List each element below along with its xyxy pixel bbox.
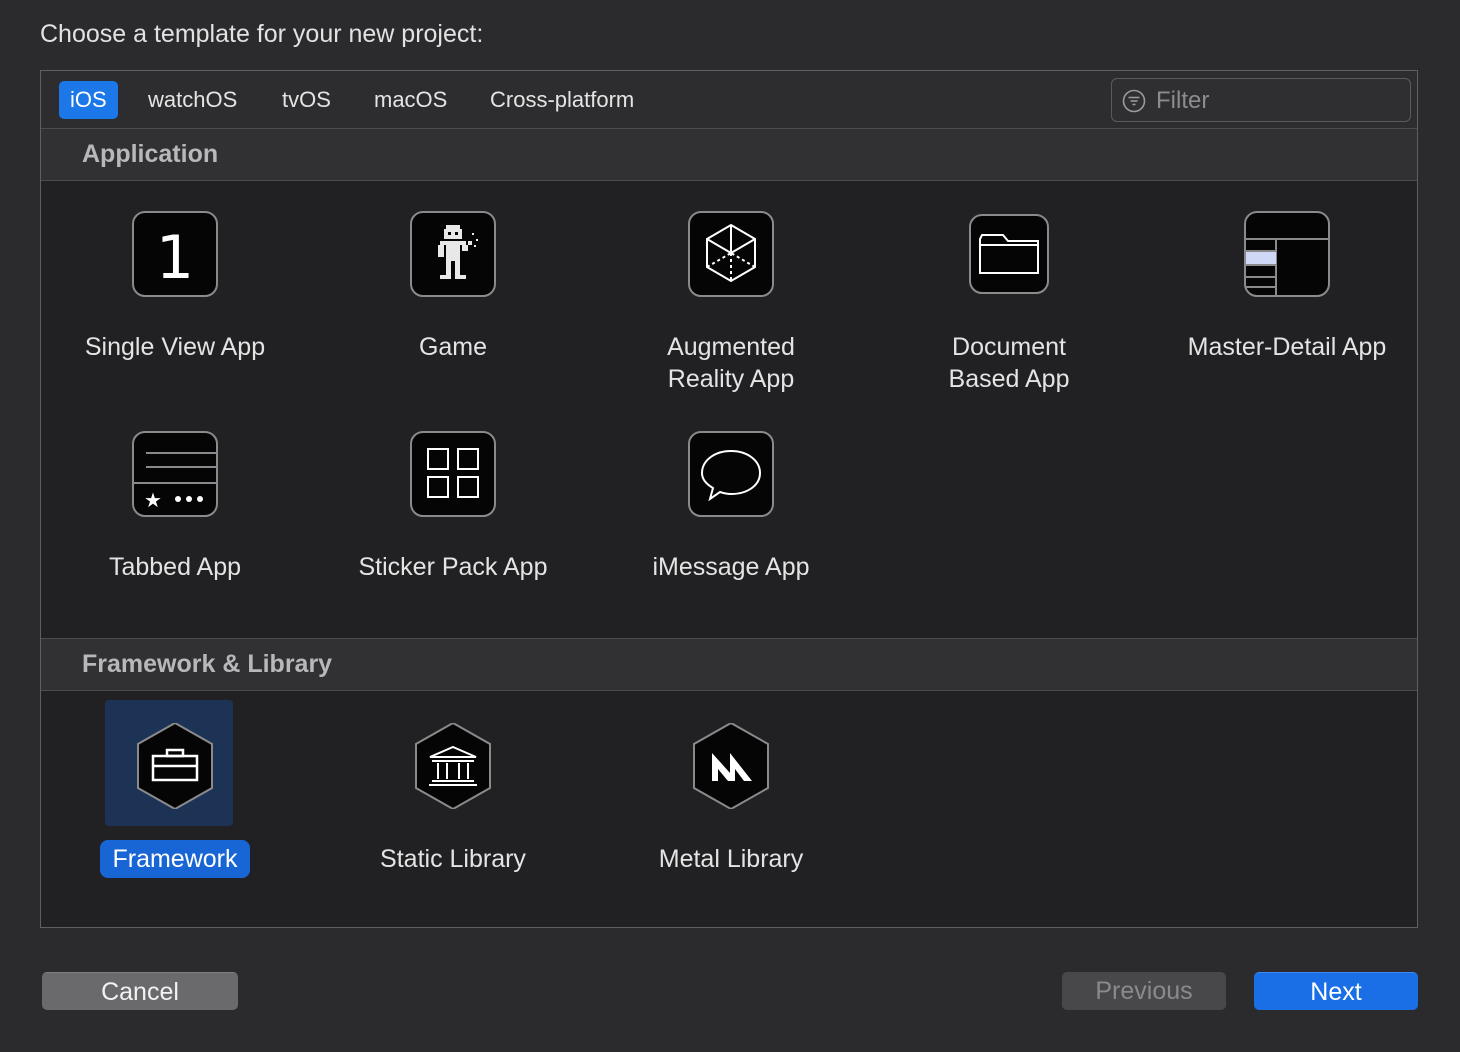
template-framework[interactable]: Framework (35, 700, 315, 883)
template-tabbed-app[interactable]: ★ Tabbed App (35, 431, 315, 591)
tab-ios[interactable]: iOS (59, 81, 118, 119)
template-label: Game (418, 333, 488, 361)
template-label-text: Augmented Reality App (667, 333, 795, 393)
master-detail-icon (1244, 211, 1330, 297)
toolbox-icon (137, 723, 213, 809)
template-imessage-app[interactable]: iMessage App (591, 431, 871, 591)
section-header-application: Application (41, 129, 1417, 181)
metal-icon (693, 723, 769, 809)
section-header-framework-library: Framework & Library (41, 639, 1417, 691)
folder-icon (969, 214, 1049, 294)
sticker-pack-icon (410, 431, 496, 517)
template-static-library[interactable]: Static Library (313, 723, 593, 883)
tab-watchos[interactable]: watchOS (137, 81, 248, 119)
template-label-text: Framework (100, 840, 250, 878)
tabbed-app-icon: ★ (132, 431, 218, 517)
template-augmented-reality-app[interactable]: Augmented Reality App (591, 211, 871, 411)
template-label: Metal Library (658, 845, 804, 873)
template-label: Tabbed App (108, 553, 242, 581)
filter-field[interactable] (1111, 78, 1411, 122)
template-label: Augmented Reality App (591, 331, 871, 395)
template-label: Single View App (84, 333, 266, 361)
single-view-app-icon: 1 (132, 211, 218, 297)
tab-macos[interactable]: macOS (363, 81, 458, 119)
template-label: Document Based App (869, 331, 1149, 395)
template-single-view-app[interactable]: 1 Single View App (35, 211, 315, 411)
tab-cross-platform[interactable]: Cross-platform (479, 81, 645, 119)
section-title: Application (82, 140, 219, 168)
section-title: Framework & Library (82, 650, 333, 678)
template-document-based-app[interactable]: Document Based App (869, 211, 1149, 411)
message-bubble-icon (688, 431, 774, 517)
svg-text:★: ★ (144, 488, 162, 512)
template-label: Framework (35, 840, 315, 878)
filter-input[interactable] (1154, 83, 1398, 119)
template-label: Static Library (380, 845, 526, 873)
previous-button[interactable]: Previous (1062, 972, 1226, 1010)
cancel-button[interactable]: Cancel (42, 972, 238, 1010)
template-metal-library[interactable]: Metal Library (591, 723, 871, 883)
template-panel: iOS watchOS tvOS macOS Cross-platform Ap… (40, 70, 1418, 928)
platform-tab-bar: iOS watchOS tvOS macOS Cross-platform (41, 71, 1417, 129)
template-sticker-pack-app[interactable]: Sticker Pack App (313, 431, 593, 591)
template-label: Sticker Pack App (358, 553, 548, 581)
game-icon (410, 211, 496, 297)
dialog-heading: Choose a template for your new project: (40, 20, 484, 48)
next-button[interactable]: Next (1254, 972, 1418, 1010)
template-label: iMessage App (652, 553, 810, 581)
library-building-icon (415, 723, 491, 809)
template-game[interactable]: Game (313, 211, 593, 411)
template-master-detail-app[interactable]: Master-Detail App (1147, 211, 1427, 411)
tab-tvos[interactable]: tvOS (271, 81, 342, 119)
filter-icon (1122, 89, 1146, 113)
svg-text:1: 1 (156, 223, 194, 293)
template-label: Master-Detail App (1187, 333, 1387, 361)
augmented-reality-icon (688, 211, 774, 297)
template-label-text: Document Based App (948, 333, 1070, 393)
